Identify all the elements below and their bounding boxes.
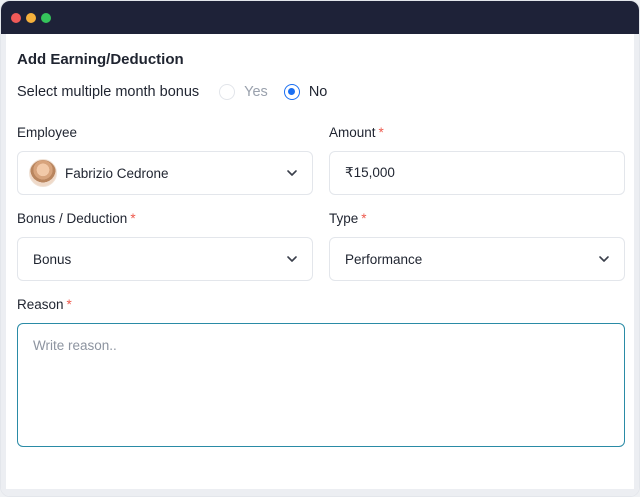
- multiple-month-bonus-radio-group: Yes No: [219, 84, 343, 100]
- reason-textarea[interactable]: [17, 323, 625, 447]
- employee-label: Employee: [17, 125, 77, 140]
- type-value: Performance: [345, 251, 423, 267]
- amount-label: Amount *: [329, 125, 384, 140]
- window-edge-right: [634, 34, 639, 496]
- amount-required-mark: *: [378, 125, 384, 140]
- employee-select[interactable]: Fabrizio Cedrone: [17, 151, 313, 195]
- reason-required-mark: *: [66, 297, 72, 312]
- window-edge-bottom: [1, 489, 639, 496]
- type-required-mark: *: [361, 211, 367, 226]
- reason-label-text: Reason: [17, 297, 64, 312]
- bonus-deduction-required-mark: *: [130, 211, 136, 226]
- close-window-button[interactable]: [11, 12, 21, 23]
- employee-label-text: Employee: [17, 125, 78, 140]
- chevron-down-icon: [599, 256, 609, 262]
- bonus-deduction-value: Bonus: [33, 251, 72, 267]
- form-title: Add Earning/Deduction: [17, 51, 184, 68]
- type-label-text: Type: [329, 211, 359, 226]
- radio-no[interactable]: [283, 84, 300, 100]
- multiple-month-bonus-row: Select multiple month bonus Yes No: [17, 84, 343, 100]
- radio-yes[interactable]: [219, 84, 236, 100]
- maximize-window-button[interactable]: [41, 12, 51, 23]
- chevron-down-icon: [287, 170, 297, 176]
- type-label: Type *: [329, 211, 367, 226]
- radio-no-label[interactable]: No: [309, 84, 328, 100]
- avatar: [29, 159, 57, 187]
- multiple-month-bonus-label: Select multiple month bonus: [17, 84, 200, 100]
- minimize-window-button[interactable]: [26, 12, 36, 23]
- chevron-down-icon: [287, 256, 297, 262]
- employee-value: Fabrizio Cedrone: [65, 165, 169, 181]
- bonus-deduction-label: Bonus / Deduction *: [17, 211, 136, 226]
- title-bar: [1, 1, 639, 34]
- radio-yes-label[interactable]: Yes: [244, 84, 268, 100]
- amount-value: ₹15,000: [345, 165, 395, 180]
- reason-label: Reason *: [17, 297, 72, 312]
- window-edge-left: [1, 34, 6, 496]
- amount-label-text: Amount: [329, 125, 376, 140]
- bonus-deduction-select[interactable]: Bonus: [17, 237, 313, 281]
- amount-field[interactable]: ₹15,000: [329, 151, 625, 195]
- app-window: Add Earning/Deduction Select multiple mo…: [0, 0, 640, 497]
- bonus-deduction-label-text: Bonus / Deduction: [17, 211, 128, 226]
- type-select[interactable]: Performance: [329, 237, 625, 281]
